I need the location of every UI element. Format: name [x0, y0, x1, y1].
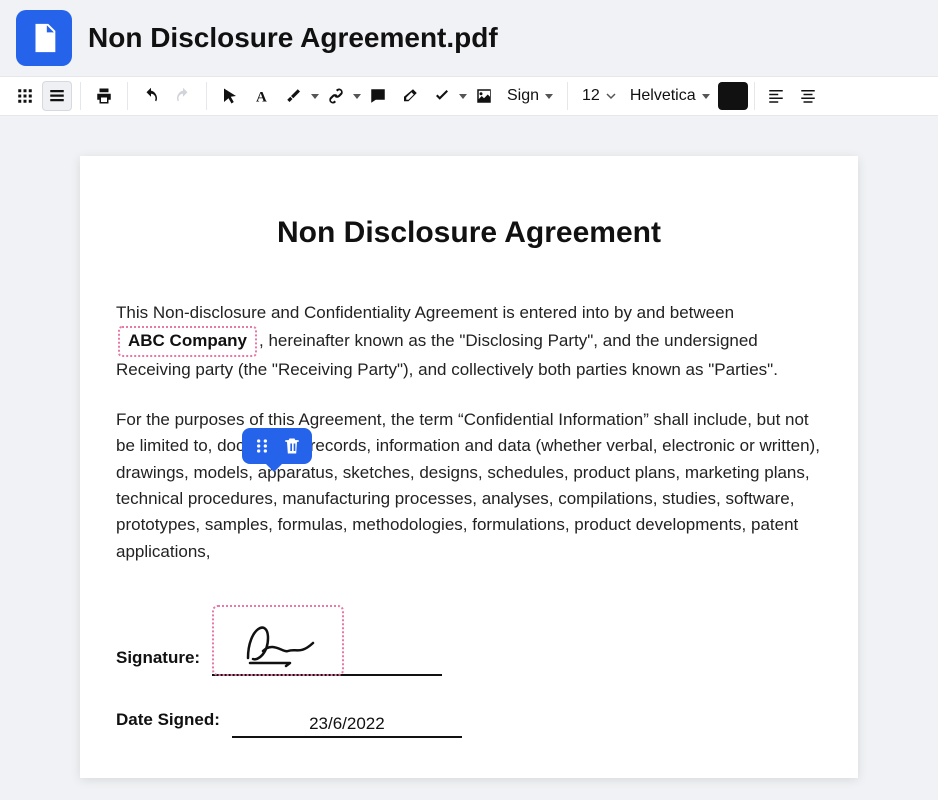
- align-left-button[interactable]: [761, 81, 791, 111]
- page-title: Non Disclosure Agreement: [116, 216, 822, 250]
- paragraph-1: This Non-disclosure and Confidentiality …: [116, 300, 822, 383]
- signature-line: [212, 605, 442, 676]
- grid-view-button[interactable]: [10, 81, 40, 111]
- align-center-button[interactable]: [793, 81, 823, 111]
- checkmark-tool[interactable]: [427, 81, 467, 111]
- divider: [80, 82, 81, 110]
- pointer-tool[interactable]: [215, 81, 245, 111]
- redo-button[interactable]: [168, 81, 198, 111]
- chevron-down-icon: [702, 94, 710, 99]
- drag-handle-icon[interactable]: [252, 436, 272, 456]
- highlight-icon[interactable]: [279, 81, 309, 111]
- document-title: Non Disclosure Agreement.pdf: [88, 22, 498, 54]
- chevron-down-icon: [545, 94, 553, 99]
- chevron-down-icon: [353, 94, 361, 99]
- toolbar: A Sign 12 Helvetica: [0, 76, 938, 116]
- eraser-tool[interactable]: [395, 81, 425, 111]
- app-header: Non Disclosure Agreement.pdf: [0, 0, 938, 76]
- image-tool[interactable]: [469, 81, 499, 111]
- chevron-down-icon: [459, 94, 467, 99]
- link-tool[interactable]: [321, 81, 361, 111]
- sign-label: Sign: [507, 87, 539, 105]
- divider: [127, 82, 128, 110]
- divider: [206, 82, 207, 110]
- print-button[interactable]: [89, 81, 119, 111]
- font-family-value: Helvetica: [630, 87, 696, 105]
- link-icon[interactable]: [321, 81, 351, 111]
- comment-tool[interactable]: [363, 81, 393, 111]
- document-page[interactable]: Non Disclosure Agreement This Non-disclo…: [80, 156, 858, 778]
- para1-before: This Non-disclosure and Confidentiality …: [116, 303, 734, 322]
- date-label: Date Signed:: [116, 710, 220, 738]
- text-tool[interactable]: A: [247, 81, 277, 111]
- color-picker[interactable]: [718, 82, 748, 110]
- signature-row: Signature:: [116, 605, 822, 676]
- list-view-button[interactable]: [42, 81, 72, 111]
- signature-image: [228, 613, 328, 669]
- check-icon[interactable]: [427, 81, 457, 111]
- delete-icon[interactable]: [282, 436, 302, 456]
- signature-label: Signature:: [116, 648, 200, 676]
- svg-text:A: A: [256, 89, 267, 105]
- paragraph-2: For the purposes of this Agreement, the …: [116, 407, 822, 565]
- divider: [754, 82, 755, 110]
- sign-dropdown[interactable]: Sign: [501, 87, 559, 105]
- canvas-area: Non Disclosure Agreement This Non-disclo…: [0, 116, 938, 800]
- company-fill-field[interactable]: ABC Company: [118, 326, 257, 356]
- chevron-down-icon: [311, 94, 319, 99]
- date-row: Date Signed: 23/6/2022: [116, 710, 822, 738]
- font-family-select[interactable]: Helvetica: [624, 87, 716, 105]
- undo-button[interactable]: [136, 81, 166, 111]
- highlight-tool[interactable]: [279, 81, 319, 111]
- font-size-value: 12: [582, 87, 600, 105]
- annotation-toolbar: [242, 428, 312, 464]
- divider: [567, 82, 568, 110]
- signature-field[interactable]: [212, 605, 344, 676]
- app-logo: [16, 10, 72, 66]
- font-size-select[interactable]: 12: [576, 87, 622, 105]
- chevron-down-icon: [606, 91, 616, 101]
- date-value[interactable]: 23/6/2022: [232, 714, 462, 738]
